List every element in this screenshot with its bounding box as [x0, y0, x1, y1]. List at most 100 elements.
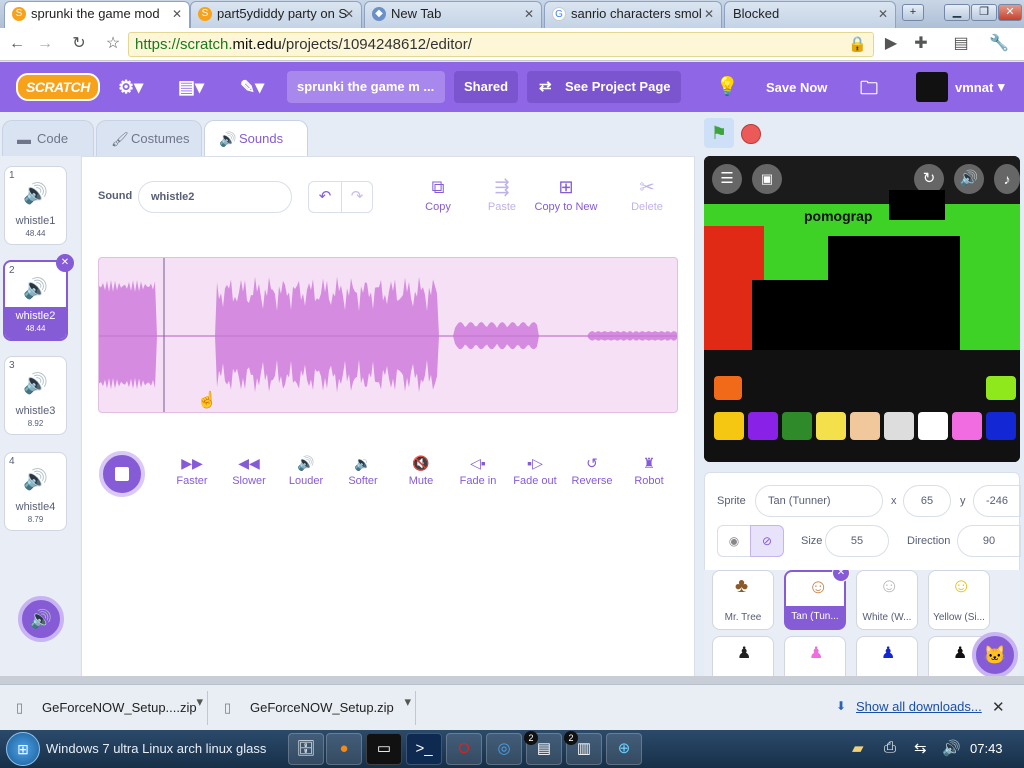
palette-item[interactable]	[714, 376, 742, 400]
download-item[interactable]: ▯ GeForceNOW_Setup.zip ▾	[210, 691, 416, 725]
tab-sounds[interactable]: 🔊 Sounds	[204, 120, 308, 157]
close-downloads-icon[interactable]: ✕	[992, 698, 1005, 716]
tab-costumes[interactable]: 🖌 Costumes	[96, 120, 202, 156]
redo-icon[interactable]: ↷	[341, 181, 373, 213]
volume-tray-icon[interactable]: 🔊	[942, 739, 961, 757]
stop-button[interactable]	[99, 451, 145, 497]
browser-tab-3[interactable]: ◆ New Tab ✕	[364, 1, 542, 28]
show-all-downloads-link[interactable]: Show all downloads...	[856, 699, 982, 714]
show-eye-icon[interactable]: ◉	[717, 525, 751, 557]
effect-softer[interactable]: 🔉 Softer	[334, 455, 392, 487]
username[interactable]: vmnat	[955, 80, 993, 95]
bookmark-star-icon[interactable]: ☆	[102, 33, 124, 55]
copy-button[interactable]: ⧉ Copy	[403, 177, 473, 213]
sprite-tile[interactable]: ♣ Mr. Tree	[712, 570, 774, 630]
y-input[interactable]: -246	[973, 485, 1021, 517]
see-project-page-button[interactable]: ⇄ See Project Page	[527, 71, 681, 103]
my-stuff-folder-icon[interactable]: 🗀	[860, 76, 878, 106]
close-tab-icon[interactable]: ✕	[878, 2, 888, 26]
sprite-tile[interactable]: ☺ Yellow (Si...	[928, 570, 990, 630]
download-menu-chevron-icon[interactable]: ▾	[196, 685, 203, 719]
avatar[interactable]	[916, 72, 948, 102]
waveform-container[interactable]: ☝	[98, 257, 678, 413]
scratch-logo[interactable]: SCRATCH	[16, 73, 100, 101]
copy-to-new-button[interactable]: ⊞ Copy to New	[531, 177, 601, 213]
clock[interactable]: 07:43	[970, 741, 1003, 756]
close-tab-icon[interactable]: ✕	[524, 2, 534, 26]
settings-gear-icon[interactable]: ⚙▾	[118, 77, 143, 98]
minimize-icon[interactable]: ▁	[944, 4, 970, 21]
url-input[interactable]: https://scratch.mit.edu/projects/1094248…	[128, 32, 874, 57]
sound-tile-selected[interactable]: 2 🔊 whistle2 48.44 ✕	[3, 254, 74, 341]
sprite-tile-selected[interactable]: ☺ Tan (Tun... ✕	[784, 570, 850, 630]
file-menu-icon[interactable]: ▤▾	[178, 77, 204, 98]
delete-sound-icon[interactable]: ✕	[56, 254, 74, 272]
forward-arrow-icon[interactable]: →	[34, 33, 56, 55]
sprite-tile[interactable]: ♟	[784, 636, 846, 680]
page-scrollbar[interactable]	[0, 676, 1024, 684]
file-cabinet-icon[interactable]: 🗄	[288, 733, 324, 765]
palette-item[interactable]	[986, 376, 1016, 400]
terminal-icon[interactable]: ▭	[366, 733, 402, 765]
sprite-tile[interactable]: ♟	[856, 636, 918, 680]
close-tab-icon[interactable]: ✕	[704, 2, 714, 26]
palette-item[interactable]	[986, 412, 1016, 440]
powershell-icon[interactable]: >_	[406, 733, 442, 765]
add-sprite-button[interactable]: 🐱	[972, 632, 1018, 678]
effect-reverse[interactable]: ↺ Reverse	[563, 455, 621, 487]
save-now-button[interactable]: Save Now	[766, 80, 827, 95]
palette-item[interactable]	[884, 412, 914, 440]
palette-item[interactable]	[782, 412, 812, 440]
delete-sprite-icon[interactable]: ✕	[832, 570, 850, 582]
browser-tab-4[interactable]: G sanrio characters smol ✕	[544, 1, 722, 28]
undo-icon[interactable]: ↶	[308, 181, 342, 213]
sound-name-input[interactable]: whistle2	[138, 181, 292, 213]
gallery-icon[interactable]: ▣	[752, 164, 782, 194]
effect-slower[interactable]: ◀◀ Slower	[220, 455, 278, 487]
hide-eye-icon[interactable]: ⊘	[750, 525, 784, 557]
new-tab-button[interactable]: +	[902, 4, 924, 21]
edit-pencil-icon[interactable]: ✎▾	[240, 77, 264, 98]
x-input[interactable]: 65	[903, 485, 951, 517]
stop-sign-icon[interactable]	[741, 124, 761, 144]
palette-item[interactable]	[850, 412, 880, 440]
restore-icon[interactable]: ❐	[971, 4, 997, 21]
start-button[interactable]: ⊞	[6, 732, 40, 766]
effect-mute[interactable]: 🔇 Mute	[392, 455, 450, 487]
sound-tile[interactable]: 3 🔊 whistle3 8.92	[4, 356, 67, 435]
lightbulb-icon[interactable]: 💡	[716, 76, 738, 97]
wrench-icon[interactable]: 🔧	[988, 33, 1010, 55]
sound-tile[interactable]: 4 🔊 whistle4 8.79	[4, 452, 67, 531]
browser-tab-5[interactable]: Blocked ✕	[724, 1, 896, 28]
palette-item[interactable]	[816, 412, 846, 440]
browser-globe-icon[interactable]: ⊕	[606, 733, 642, 765]
close-window-icon[interactable]: ✕	[998, 4, 1022, 21]
delete-button[interactable]: ✂ Delete	[612, 177, 682, 213]
effect-fade-in[interactable]: ◁▪ Fade in	[449, 455, 507, 487]
effect-faster[interactable]: ▶▶ Faster	[163, 455, 221, 487]
play-icon[interactable]: ▶	[880, 33, 902, 55]
direction-input[interactable]: 90	[957, 525, 1021, 557]
effect-louder[interactable]: 🔊 Louder	[277, 455, 335, 487]
printer-icon[interactable]: ⎙	[884, 739, 896, 756]
green-flag-icon[interactable]: ⚑	[704, 118, 734, 148]
sprite-tile[interactable]: ♟	[712, 636, 774, 680]
firefox-icon[interactable]: ●	[326, 733, 362, 765]
hamburger-menu-icon[interactable]: ☰	[712, 164, 742, 194]
reload-icon[interactable]: ↻	[68, 33, 90, 55]
paste-button[interactable]: ⇶ Paste	[467, 177, 537, 213]
waveform[interactable]	[99, 258, 678, 413]
music-note-icon[interactable]: ♪	[994, 164, 1020, 194]
palette-item[interactable]	[748, 412, 778, 440]
effect-robot[interactable]: ♜ Robot	[620, 455, 678, 487]
chromium-icon[interactable]: ◎	[486, 733, 522, 765]
palette-item[interactable]	[952, 412, 982, 440]
volume-icon[interactable]: 🔊	[954, 164, 984, 194]
sprite-tile[interactable]: ☺ White (W...	[856, 570, 918, 630]
folder-tray-icon[interactable]: ▰	[852, 739, 864, 757]
browser-tab-2[interactable]: S part5ydiddy party on S ✕	[190, 1, 362, 28]
browser-tab-scratch[interactable]: S sprunki the game mod ✕	[4, 1, 190, 29]
close-tab-icon[interactable]: ✕	[344, 2, 354, 26]
network-icon[interactable]: ⇆	[914, 739, 927, 757]
size-input[interactable]: 55	[825, 525, 889, 557]
